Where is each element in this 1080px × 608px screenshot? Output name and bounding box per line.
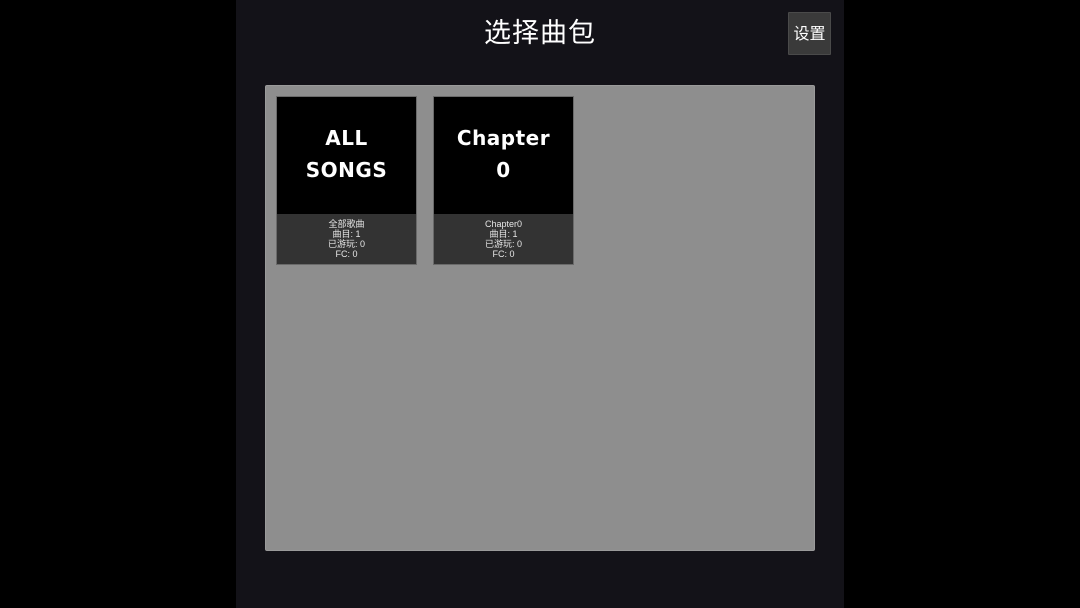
pack-name: 全部歌曲 <box>328 219 365 229</box>
pack-played-count: 已游玩: 0 <box>484 239 522 249</box>
pack-info: 全部歌曲 曲目: 1 已游玩: 0 FC: 0 <box>277 214 416 264</box>
pack-played-count: 已游玩: 0 <box>327 239 365 249</box>
pack-name: Chapter0 <box>484 219 523 229</box>
main-stage: 选择曲包 设置 ALL SONGS 全部歌曲 曲目: 1 已游玩: 0 FC: … <box>236 0 844 608</box>
pack-song-count: 曲目: 1 <box>332 229 361 239</box>
pack-cover: Chapter 0 <box>434 97 573 214</box>
pack-card-chapter0[interactable]: Chapter 0 Chapter0 曲目: 1 已游玩: 0 FC: 0 <box>433 96 574 265</box>
pack-card-all-songs[interactable]: ALL SONGS 全部歌曲 曲目: 1 已游玩: 0 FC: 0 <box>276 96 417 265</box>
pack-info: Chapter0 曲目: 1 已游玩: 0 FC: 0 <box>434 214 573 264</box>
pack-list-panel[interactable]: ALL SONGS 全部歌曲 曲目: 1 已游玩: 0 FC: 0 Chapte… <box>265 85 815 551</box>
pack-song-count: 曲目: 1 <box>489 229 518 239</box>
pack-fc-count: FC: 0 <box>335 249 358 259</box>
page-title: 选择曲包 <box>484 18 596 49</box>
pack-cover-text: ALL SONGS <box>305 125 388 182</box>
pack-cover-text: Chapter 0 <box>456 125 551 182</box>
pack-fc-count: FC: 0 <box>492 249 515 259</box>
settings-button[interactable]: 设置 <box>788 12 831 55</box>
pack-cover: ALL SONGS <box>277 97 416 214</box>
